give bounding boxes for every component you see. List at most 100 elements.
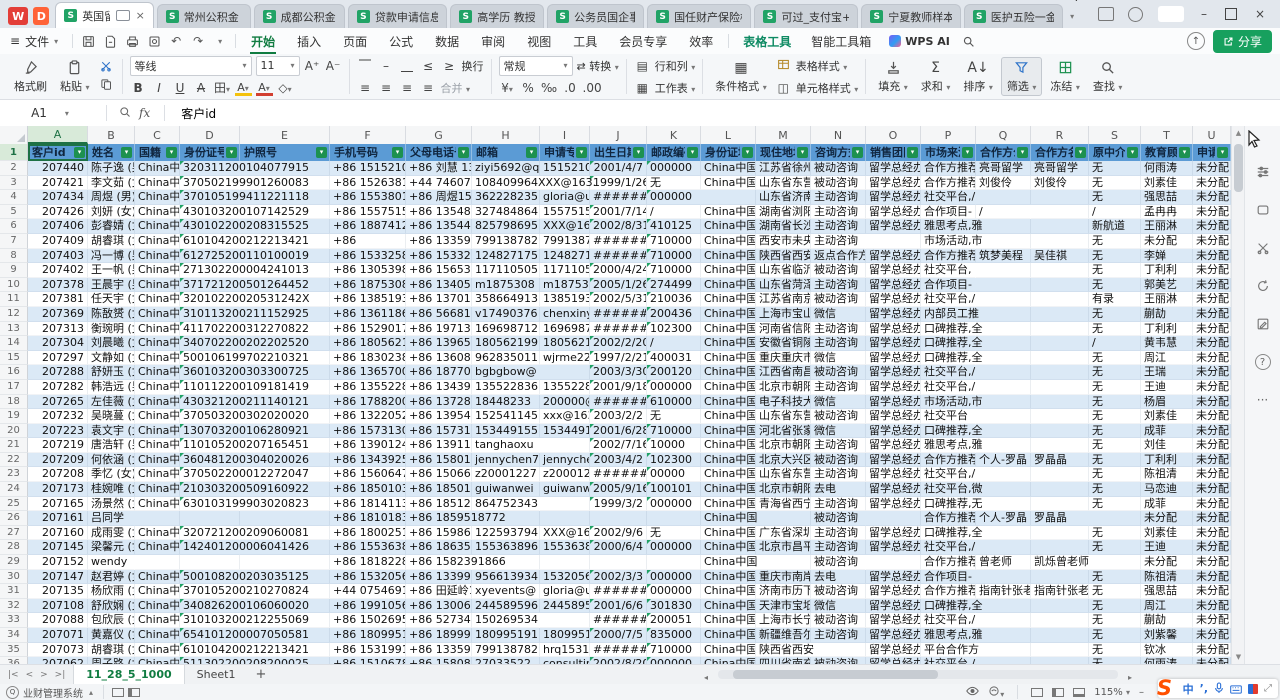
cell[interactable]: 2000/6/4 — [590, 540, 647, 555]
row-number[interactable]: 8 — [0, 249, 28, 264]
cell[interactable]: 留学总经办 — [866, 278, 921, 293]
cell[interactable] — [976, 307, 1031, 322]
table-style-button[interactable]: 表格样式 ▾ — [796, 58, 848, 74]
font-name-select[interactable]: 等线▾ — [130, 56, 252, 76]
cell[interactable]: 市场活动,市 — [921, 395, 976, 410]
cell[interactable]: 山东省济南 — [756, 190, 811, 205]
cell[interactable]: +86 1391129694 — [406, 438, 472, 453]
cell-style-button[interactable]: 单元格样式 ▾ — [796, 80, 859, 96]
column-header[interactable]: I — [540, 126, 590, 144]
cell[interactable]: 王瑞 — [1141, 365, 1193, 380]
cell[interactable]: 口碑推荐,全 — [921, 351, 976, 366]
cell[interactable]: 207223 — [28, 424, 88, 439]
horizontal-scroll-thumb[interactable] — [733, 670, 938, 679]
menu-item[interactable]: 审阅 — [470, 29, 516, 54]
cell[interactable]: 320311200104077915 — [180, 161, 240, 176]
cell[interactable]: 韩浩远 (男 — [88, 380, 135, 395]
cell[interactable]: 无 — [1089, 424, 1141, 439]
cell[interactable]: 何依涵 (女 — [88, 453, 135, 468]
cell[interactable]: 青海省西宁 — [756, 497, 811, 512]
cell[interactable]: 无 — [1089, 365, 1141, 380]
cell[interactable]: 未分配 — [1193, 657, 1231, 664]
cell[interactable]: 207409 — [28, 234, 88, 249]
scroll-left-icon[interactable]: ◂ — [704, 673, 708, 682]
cell[interactable]: China中国 — [135, 497, 180, 512]
cell[interactable]: China中国 — [135, 351, 180, 366]
row-number[interactable]: 10 — [0, 278, 28, 293]
cell[interactable]: 未分配 — [1193, 234, 1231, 249]
cell[interactable] — [1089, 555, 1141, 570]
cell[interactable]: 180562199 — [540, 336, 590, 351]
cell[interactable]: 河南省信阳 — [756, 322, 811, 337]
cell[interactable]: 何雨涛 — [1141, 161, 1193, 176]
cell[interactable]: 200000@qq — [540, 395, 590, 410]
cell[interactable]: 无 — [1089, 628, 1141, 643]
cell[interactable] — [1031, 205, 1089, 220]
share-button[interactable]: 分享 — [1213, 30, 1272, 53]
header-cell[interactable]: 教育顾问▾ — [1141, 144, 1193, 161]
pane-small-icon[interactable] — [128, 688, 140, 697]
cell[interactable]: 杨欣雨 (女 — [88, 584, 135, 599]
cell[interactable]: China中国 — [135, 424, 180, 439]
cell[interactable] — [701, 190, 756, 205]
cell[interactable]: China中国 — [135, 190, 180, 205]
cell[interactable]: 刘妍 (女) — [88, 205, 135, 220]
italic-button[interactable]: I — [151, 81, 168, 95]
cell[interactable]: 周江 — [1141, 599, 1193, 614]
cell[interactable] — [135, 511, 180, 526]
paste-button[interactable]: 粘贴 ▾ — [55, 58, 95, 95]
cell[interactable]: 1999/3/2 — [590, 497, 647, 512]
cell[interactable]: / — [647, 205, 701, 220]
account-icon[interactable] — [1128, 7, 1143, 22]
cell[interactable]: 未分配 — [1193, 438, 1231, 453]
sogou-logo[interactable]: S — [1157, 676, 1172, 700]
cell[interactable] — [540, 365, 590, 380]
cell[interactable] — [540, 438, 590, 453]
cell[interactable]: 207403 — [28, 249, 88, 264]
cell[interactable]: 无 — [647, 526, 701, 541]
cell[interactable]: +86 1372884680 — [406, 395, 472, 410]
cell[interactable]: 1997/2/21 — [590, 351, 647, 366]
cell[interactable]: China中国 — [701, 540, 756, 555]
column-header[interactable]: R — [1031, 126, 1089, 144]
cell[interactable]: 362228235 — [472, 190, 540, 205]
cell[interactable]: China中国 — [135, 278, 180, 293]
cell[interactable]: 无 — [1089, 584, 1141, 599]
cell[interactable]: 138519326 — [540, 292, 590, 307]
cell[interactable]: 被动咨询 — [811, 263, 866, 278]
cell[interactable]: 430103200107142529 — [180, 205, 240, 220]
cell[interactable]: 北京市朝阳 — [756, 482, 811, 497]
copy-icon[interactable] — [98, 78, 115, 93]
cell[interactable]: 主动咨询 — [811, 234, 866, 249]
cell[interactable]: 32010220020531242X — [180, 292, 240, 307]
cell[interactable]: 内部员工推 — [921, 307, 976, 322]
cell[interactable]: 207071 — [28, 628, 88, 643]
menu-item[interactable]: 数据 — [424, 29, 470, 54]
cell[interactable]: 169698712 — [540, 322, 590, 337]
save-button[interactable] — [77, 32, 99, 50]
tab-smart-toolbox[interactable]: 智能工具箱 — [801, 33, 881, 50]
cell[interactable]: 000000 — [647, 584, 701, 599]
vertical-scroll-thumb[interactable] — [1234, 144, 1243, 192]
cell[interactable]: 320721200209060081 — [180, 526, 240, 541]
cell[interactable]: 未分配 — [1193, 570, 1231, 585]
prev-sheet-icon[interactable]: < — [26, 670, 34, 680]
cell[interactable]: 2002/8/31 — [590, 219, 647, 234]
cell[interactable]: +86 15606475 — [330, 467, 406, 482]
refresh-icon[interactable] — [1255, 278, 1271, 294]
cell[interactable]: 留学总经办 — [866, 599, 921, 614]
cell[interactable]: 合作方推荐 — [921, 249, 976, 264]
cell[interactable]: 合作方推荐 — [921, 584, 976, 599]
cell[interactable] — [976, 628, 1031, 643]
cell[interactable]: tanghaoxu — [472, 438, 540, 453]
cell[interactable]: 124827175 — [472, 249, 540, 264]
cell[interactable]: 留学总经办 — [866, 482, 921, 497]
header-cell[interactable]: 申请专用▾ — [540, 144, 590, 161]
cell[interactable] — [976, 336, 1031, 351]
cell[interactable]: 刘素佳 — [1141, 526, 1193, 541]
cell[interactable] — [976, 570, 1031, 585]
cell[interactable]: China中国 — [701, 176, 756, 191]
cell[interactable]: 207135 — [28, 584, 88, 599]
document-tab[interactable]: S国任财产保险样本.x — [647, 4, 751, 28]
cell[interactable]: 未分配 — [1193, 643, 1231, 658]
